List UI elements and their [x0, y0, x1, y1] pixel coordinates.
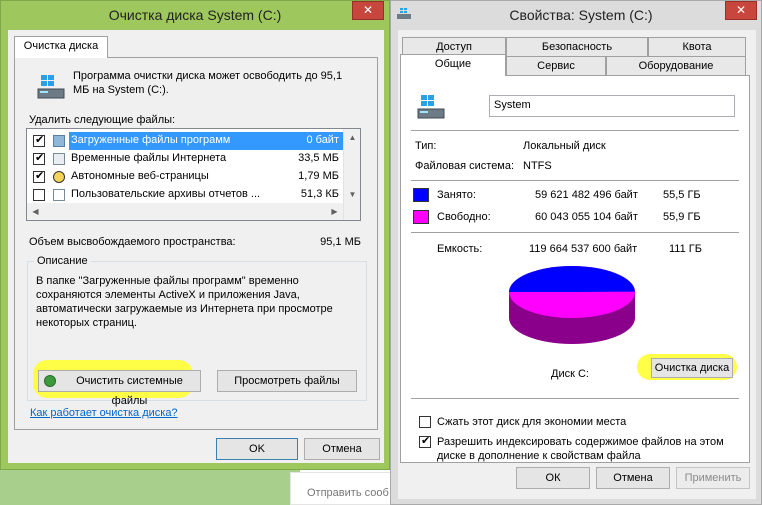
description-line-4: некоторых страниц. [36, 317, 137, 329]
properties-window: Свойства: System (C:) ✕ Доступ Безопасно… [390, 0, 762, 505]
free-gb: 55,9 ГБ [663, 211, 701, 223]
scroll-right-icon[interactable]: ▶ [326, 203, 343, 220]
cleanup-client-area: Очистка диска Программа очистки диска мо… [8, 30, 384, 463]
filesystem-value: NTFS [523, 160, 552, 172]
horizontal-scrollbar[interactable]: ◀ ▶ [27, 203, 343, 220]
item-checkbox[interactable] [33, 151, 45, 165]
tab-disk-cleanup[interactable]: Очистка диска [14, 36, 108, 58]
separator [411, 398, 739, 399]
disk-cleanup-window: Очистка диска System (C:) ✕ Очистка диск… [0, 0, 390, 470]
index-label-line-1: Разрешить индексировать содержимое файло… [437, 436, 724, 448]
item-size: 0 байт [306, 134, 339, 146]
item-checkbox[interactable] [33, 133, 45, 147]
scroll-left-icon[interactable]: ◀ [27, 203, 44, 220]
cleanup-panel: Программа очистки диска может освободить… [14, 57, 378, 430]
compose-placeholder: Отправить сооб [307, 487, 389, 499]
document-icon [53, 189, 65, 201]
filesystem-label: Файловая система: [415, 160, 515, 172]
description-legend: Описание [34, 255, 91, 267]
item-size: 51,3 КБ [300, 188, 339, 200]
cancel-button[interactable]: Отмена [304, 438, 380, 460]
close-button[interactable]: ✕ [352, 1, 384, 20]
free-space-swatch [413, 210, 429, 224]
compose-box[interactable]: Отправить сооб [290, 472, 400, 505]
clean-system-files-button[interactable]: Очистить системные файлы [38, 370, 201, 407]
item-size: 33,5 МБ [298, 152, 339, 164]
ok-button[interactable]: OK [216, 438, 298, 460]
properties-client-area: Доступ Безопасность Квота Сервис Оборудо… [398, 30, 756, 499]
separator [411, 180, 739, 181]
capacity-gb: 111 ГБ [669, 243, 702, 255]
description-line-2: сохраняются элементы ActiveX и приложени… [36, 289, 300, 301]
view-files-button[interactable]: Просмотреть файлы [217, 370, 357, 392]
vertical-scrollbar[interactable]: ▲ ▼ [343, 129, 360, 220]
type-label: Тип: [415, 140, 437, 152]
disk-usage-pie [509, 265, 635, 344]
item-checkbox[interactable] [33, 169, 45, 183]
disk-label: Диск C: [551, 368, 589, 380]
desktop-background [0, 470, 300, 505]
index-label-line-2: диске в дополнение к свойствам файла [437, 450, 641, 462]
scroll-down-icon[interactable]: ▼ [344, 186, 360, 203]
list-item[interactable]: Временные файлы Интернета 33,5 МБ [27, 150, 345, 168]
ok-button[interactable]: ОК [516, 467, 590, 489]
used-bytes: 59 621 482 496 байт [535, 189, 638, 201]
free-label: Свободно: [437, 211, 491, 223]
volume-name-input[interactable]: System [489, 95, 735, 117]
tab-security[interactable]: Безопасность [506, 37, 648, 56]
item-name: Пользовательские архивы отчетов ... [71, 188, 261, 200]
compress-checkbox[interactable] [419, 416, 431, 428]
freed-space-label: Объем высвобождаемого пространства: [29, 236, 236, 248]
item-name: Временные файлы Интернета [71, 152, 227, 164]
freed-space-value: 95,1 МБ [320, 236, 361, 248]
how-cleanup-works-link[interactable]: Как работает очистка диска? [30, 407, 178, 419]
tab-general[interactable]: Общие [400, 54, 506, 76]
files-to-delete-list[interactable]: Загруженные файлы программ 0 байт Времен… [26, 128, 361, 221]
cancel-button[interactable]: Отмена [596, 467, 670, 489]
pie-used-slice [509, 265, 635, 292]
free-bytes: 60 043 055 104 байт [535, 211, 638, 223]
clean-system-files-label: Очистить системные файлы [76, 375, 183, 407]
item-name: Автономные веб-страницы [71, 170, 209, 182]
description-line-1: В папке "Загруженные файлы программ" вре… [36, 275, 299, 287]
item-size: 1,79 МБ [298, 170, 339, 182]
list-item[interactable]: Загруженные файлы программ 0 байт [27, 132, 345, 150]
description-line-3: автоматически загружаемые из Интернета п… [36, 303, 333, 315]
tab-quota[interactable]: Квота [648, 37, 746, 56]
list-item[interactable]: Пользовательские архивы отчетов ... 51,3… [27, 186, 345, 204]
intro-line-2: МБ на System (C:). [73, 84, 169, 96]
used-label: Занято: [437, 189, 476, 201]
general-panel: System Тип: Локальный диск Файловая сист… [400, 75, 750, 463]
shield-icon [44, 375, 56, 387]
drive-icon [417, 95, 445, 119]
compress-label: Сжать этот диск для экономии места [437, 416, 627, 428]
drive-icon [37, 75, 65, 99]
disk-cleanup-button[interactable]: Очистка диска [651, 358, 733, 378]
capacity-label: Емкость: [437, 243, 483, 255]
close-button[interactable]: ✕ [725, 1, 757, 20]
item-checkbox[interactable] [33, 189, 45, 201]
file-icon [53, 153, 65, 165]
delete-files-label: Удалить следующие файлы: [29, 114, 176, 126]
list-item[interactable]: Автономные веб-страницы 1,79 МБ [27, 168, 345, 186]
web-page-icon [53, 171, 65, 183]
capacity-bytes: 119 664 537 600 байт [529, 243, 638, 255]
folder-icon [53, 135, 65, 147]
title-bar[interactable]: Свойства: System (C:) ✕ [391, 1, 761, 30]
index-checkbox[interactable] [419, 434, 431, 448]
used-gb: 55,5 ГБ [663, 189, 701, 201]
separator [411, 130, 739, 131]
item-name: Загруженные файлы программ [71, 134, 231, 146]
scroll-up-icon[interactable]: ▲ [344, 129, 360, 146]
apply-button[interactable]: Применить [676, 467, 750, 489]
used-space-swatch [413, 188, 429, 202]
title-bar[interactable]: Очистка диска System (C:) ✕ [1, 1, 389, 30]
window-title: Свойства: System (C:) [509, 7, 653, 23]
tab-hardware[interactable]: Оборудование [606, 56, 746, 75]
window-title: Очистка диска System (C:) [108, 7, 282, 23]
separator [411, 232, 739, 233]
tab-service[interactable]: Сервис [506, 56, 606, 75]
type-value: Локальный диск [523, 140, 606, 152]
intro-line-1: Программа очистки диска может освободить… [73, 70, 343, 82]
